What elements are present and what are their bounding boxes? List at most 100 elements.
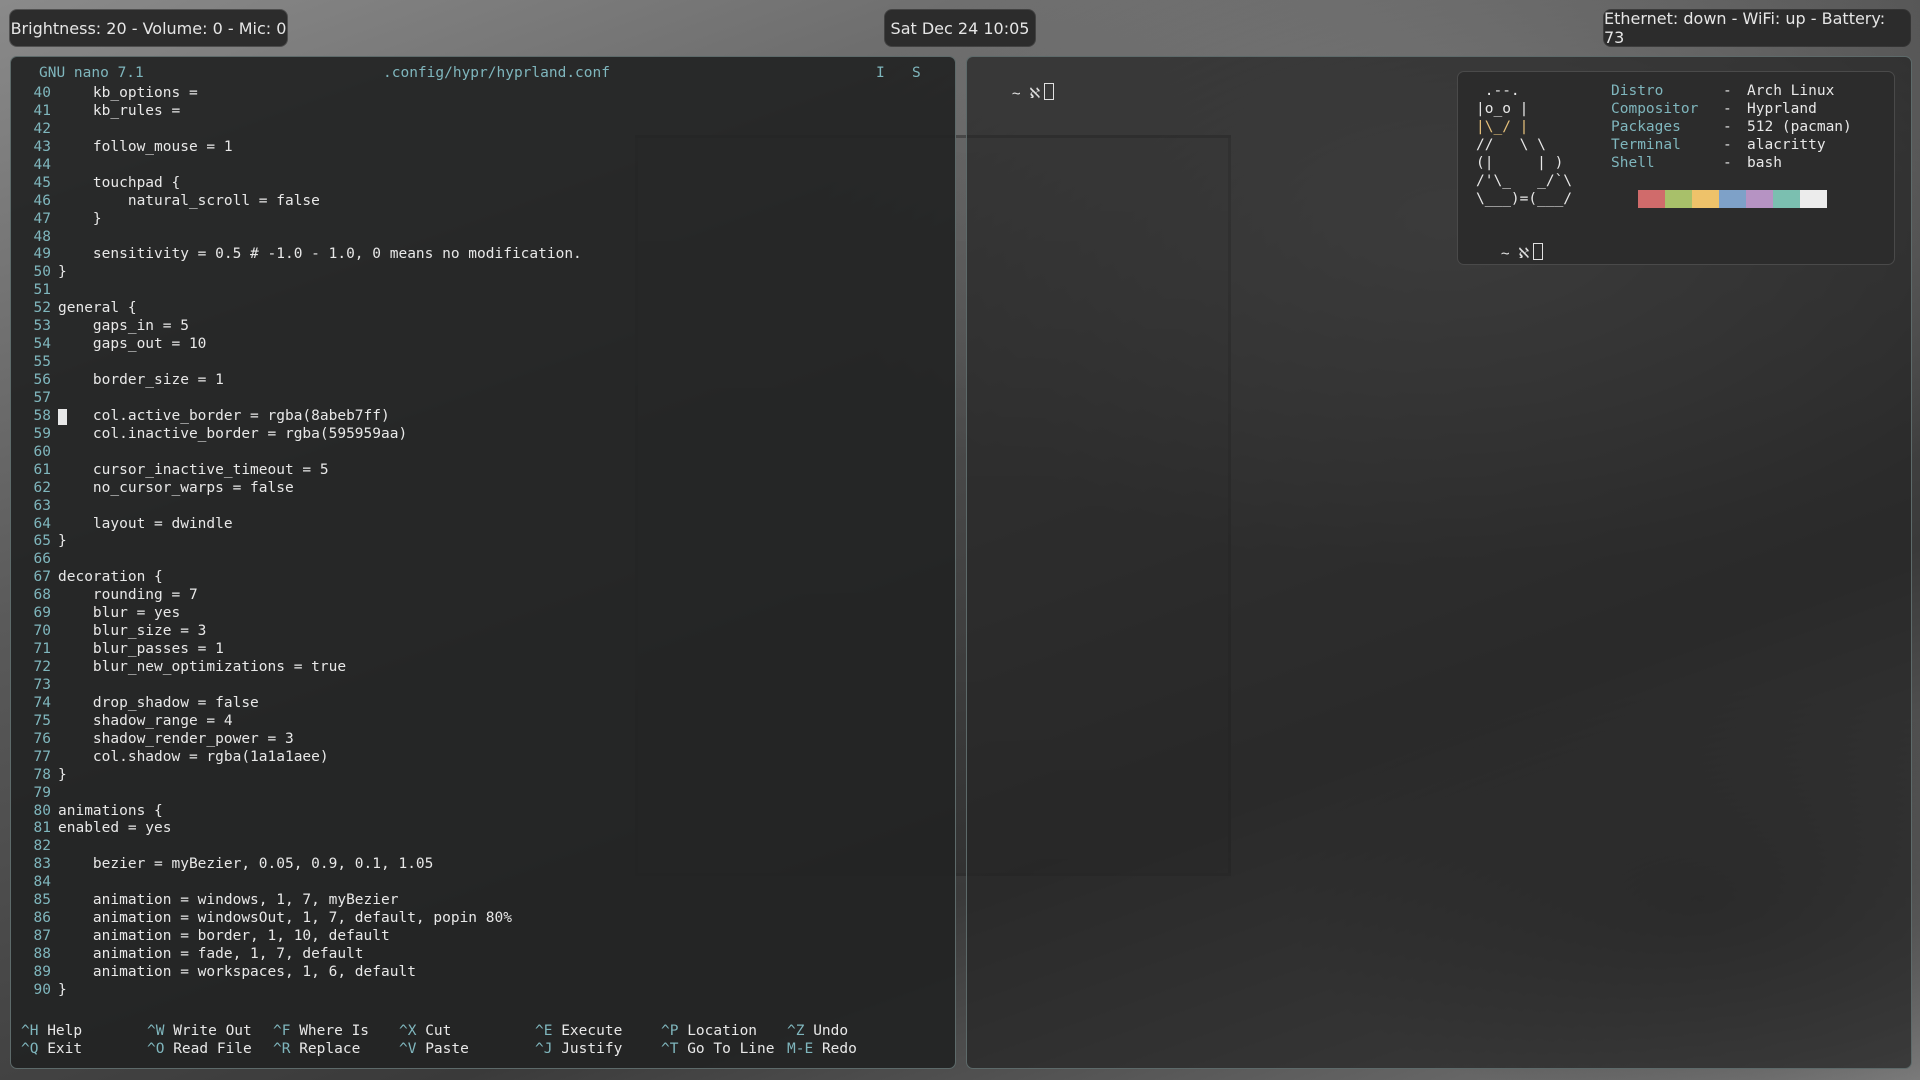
shortcut-key: ^F — [273, 1023, 291, 1039]
line-number: 78 — [33, 766, 51, 783]
code-line[interactable]: 76 shadow_render_power = 3 — [11, 731, 955, 749]
code-line[interactable]: 81 enabled = yes — [11, 820, 955, 838]
info-separator: - — [1723, 137, 1732, 153]
code-line[interactable]: 51 — [11, 282, 955, 300]
line-number: 89 — [33, 963, 51, 980]
info-value: alacritty — [1747, 137, 1826, 153]
code-line[interactable]: 49 sensitivity = 0.5 # -1.0 - 1.0, 0 mea… — [11, 246, 955, 264]
code-line[interactable]: 53 gaps_in = 5 — [11, 318, 955, 336]
code-line[interactable]: 72 blur_new_optimizations = true — [11, 659, 955, 677]
nano-text-area[interactable]: 40 kb_options = 41 kb_rules = 42 43 follow_… — [11, 85, 955, 1000]
line-text: gaps_out = 10 — [58, 336, 207, 353]
ascii-line: // \ \ — [1476, 137, 1546, 153]
code-line[interactable]: 59 col.inactive_border = rgba(595959aa) — [11, 426, 955, 444]
info-value: 512 (pacman) — [1747, 119, 1852, 135]
info-separator: - — [1723, 83, 1732, 99]
code-line[interactable]: 83 bezier = myBezier, 0.05, 0.9, 0.1, 1.… — [11, 856, 955, 874]
code-line[interactable]: 50} — [11, 264, 955, 282]
line-text: kb_rules = — [58, 102, 181, 119]
code-line[interactable]: 55 — [11, 354, 955, 372]
code-line[interactable]: 79 — [11, 785, 955, 803]
line-number: 67 — [33, 569, 51, 586]
code-line[interactable]: 56 border_size = 1 — [11, 372, 955, 390]
shortcut-row-1: ^H Help ^W Write Out ^F Where Is ^X Cut ^E E… — [21, 1022, 951, 1040]
ascii-line: .--. — [1476, 83, 1520, 99]
code-line[interactable]: 52 general { — [11, 300, 955, 318]
code-line[interactable]: 86 animation = windowsOut, 1, 7, default… — [11, 910, 955, 928]
code-line[interactable]: 44 — [11, 157, 955, 175]
code-line[interactable]: 46 natural_scroll = false — [11, 193, 955, 211]
shortcut-label: Read File — [173, 1041, 252, 1057]
shortcut-exit: ^Q Exit — [21, 1040, 82, 1058]
code-line[interactable]: 82 — [11, 838, 955, 856]
line-number: 79 — [33, 784, 51, 801]
shortcut-key: ^X — [399, 1023, 417, 1039]
code-line[interactable]: 58 col.active_border = rgba(8abeb7ff) — [11, 408, 955, 426]
code-line[interactable]: 63 — [11, 498, 955, 516]
code-line[interactable]: 88 animation = fade, 1, 7, default — [11, 946, 955, 964]
code-line[interactable]: 75 shadow_range = 4 — [11, 713, 955, 731]
code-line[interactable]: 64 layout = dwindle — [11, 516, 955, 534]
code-line[interactable]: 90} — [11, 982, 955, 1000]
shortcut-help: ^H Help — [21, 1022, 82, 1040]
line-number: 66 — [33, 551, 51, 568]
line-number: 77 — [33, 748, 51, 765]
code-line[interactable]: 65} — [11, 533, 955, 551]
nano-editor-window[interactable]: GNU nano 7.1 .config/hypr/hyprland.conf … — [10, 56, 956, 1069]
line-number: 84 — [33, 874, 51, 891]
color-palette — [1638, 190, 1827, 208]
fetch-terminal-window[interactable]: .--. |o_o | |\_/ | // \ \ (| | ) /'\_ _/`\ \__… — [1457, 71, 1895, 265]
line-number: 56 — [33, 372, 51, 388]
code-line[interactable]: 66 — [11, 551, 955, 569]
shortcut-undo: ^Z Undo — [787, 1022, 848, 1040]
code-line[interactable]: 74 drop_shadow = false — [11, 695, 955, 713]
code-line[interactable]: 47 } — [11, 211, 955, 229]
code-line[interactable]: 80 animations { — [11, 803, 955, 821]
code-line[interactable]: 62 no_cursor_warps = false — [11, 480, 955, 498]
code-line[interactable]: 54 gaps_out = 10 — [11, 336, 955, 354]
code-line[interactable]: 57 — [11, 390, 955, 408]
line-number: 68 — [33, 587, 51, 604]
code-line[interactable]: 70 blur_size = 3 — [11, 623, 955, 641]
shortcut-key: ^J — [535, 1041, 553, 1057]
code-line[interactable]: 48 — [11, 229, 955, 247]
clock[interactable]: Sat Dec 24 10:05 — [885, 10, 1035, 46]
line-text: enabled = yes — [58, 820, 172, 837]
code-line[interactable]: 85 animation = windows, 1, 7, myBezier — [11, 892, 955, 910]
shortcut-redo: M-E Redo — [787, 1040, 857, 1058]
code-line[interactable]: 43 follow_mouse = 1 — [11, 139, 955, 157]
line-text: col.inactive_border = rgba(595959aa) — [58, 425, 408, 442]
code-line[interactable]: 73 — [11, 677, 955, 695]
line-number: 42 — [33, 120, 51, 137]
fetch-terminal-prompt[interactable]: ~ ℵ — [1466, 227, 1544, 278]
color-swatch — [1665, 190, 1692, 208]
code-line[interactable]: 89 animation = workspaces, 1, 6, default — [11, 964, 955, 982]
code-line[interactable]: 77 col.shadow = rgba(1a1a1aee) — [11, 749, 955, 767]
code-line[interactable]: 60 — [11, 444, 955, 462]
color-swatch — [1692, 190, 1719, 208]
line-number: 87 — [33, 928, 51, 945]
line-number: 57 — [33, 389, 51, 406]
line-text: layout = dwindle — [58, 515, 233, 532]
code-line[interactable]: 69 blur = yes — [11, 605, 955, 623]
code-line[interactable]: 40 kb_options = — [11, 85, 955, 103]
line-number: 85 — [33, 892, 51, 909]
line-number: 81 — [33, 820, 51, 837]
info-value: Arch Linux — [1747, 83, 1835, 99]
terminal-prompt[interactable]: ~ ℵ — [977, 67, 1055, 118]
line-text: } — [58, 533, 67, 550]
nano-flag-i: I — [876, 65, 885, 81]
code-line[interactable]: 68 rounding = 7 — [11, 587, 955, 605]
code-line[interactable]: 71 blur_passes = 1 — [11, 641, 955, 659]
code-line[interactable]: 42 — [11, 121, 955, 139]
code-line[interactable]: 41 kb_rules = — [11, 103, 955, 121]
code-line[interactable]: 87 animation = border, 1, 10, default — [11, 928, 955, 946]
code-line[interactable]: 84 — [11, 874, 955, 892]
line-text: col.active_border = rgba(8abeb7ff) — [58, 407, 390, 424]
code-line[interactable]: 45 touchpad { — [11, 175, 955, 193]
shortcut-label: Replace — [299, 1041, 361, 1057]
code-line[interactable]: 78} — [11, 767, 955, 785]
code-line[interactable]: 61 cursor_inactive_timeout = 5 — [11, 462, 955, 480]
line-number: 55 — [33, 354, 51, 371]
code-line[interactable]: 67 decoration { — [11, 569, 955, 587]
